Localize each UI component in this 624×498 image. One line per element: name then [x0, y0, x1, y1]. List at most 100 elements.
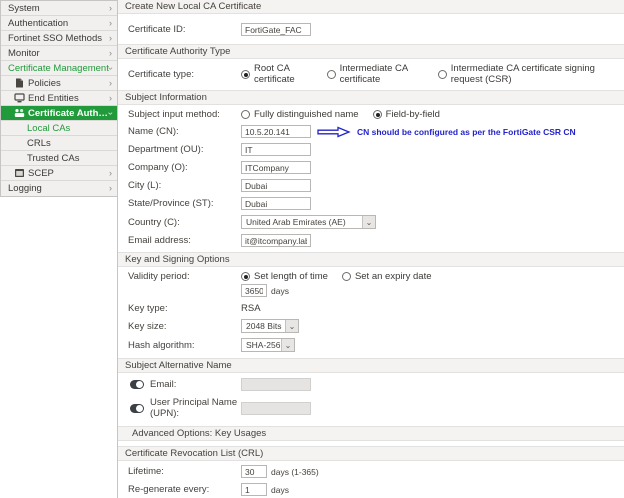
validity-period-row: Validity period: Set length of time Set …: [118, 271, 624, 282]
radio-intermediate-ca-csr[interactable]: Intermediate CA certificate signing requ…: [438, 63, 610, 85]
section-certificate-authority-type: Certificate Authority Type: [118, 44, 624, 59]
company-input[interactable]: [241, 161, 311, 174]
sidebar-item-certificate-management[interactable]: Certificate Management ›: [1, 61, 117, 76]
san-upn-toggle[interactable]: [130, 404, 144, 413]
sidebar-item-label: Policies: [28, 78, 109, 89]
sidebar-item-fortinet-sso-methods[interactable]: Fortinet SSO Methods ›: [1, 31, 117, 46]
certificate-id-row: Certificate ID:: [118, 23, 624, 36]
radio-icon: [327, 70, 336, 79]
certificate-authorities-icon: [14, 108, 25, 118]
radio-field-by-field[interactable]: Field-by-field: [373, 109, 440, 120]
advanced-options-key-usages-header[interactable]: Advanced Options: Key Usages: [118, 426, 624, 441]
name-cn-row: Name (CN): CN should be configured as pe…: [118, 125, 624, 138]
sidebar-item-label: End Entities: [28, 93, 109, 104]
key-size-select[interactable]: 2048 Bits ⌄: [241, 319, 299, 333]
select-arrow-icon: ⌄: [285, 320, 298, 332]
sidebar-item-label: Local CAs: [27, 123, 112, 134]
radio-label: Root CA certificate: [254, 63, 313, 85]
section-certificate-revocation-list: Certificate Revocation List (CRL): [118, 446, 624, 461]
key-size-label: Key size:: [128, 321, 241, 332]
sidebar-nav: System › Authentication › Fortinet SSO M…: [0, 0, 117, 197]
radio-icon: [438, 70, 447, 79]
sidebar-item-system[interactable]: System ›: [1, 1, 117, 16]
sidebar-item-policies[interactable]: Policies ›: [1, 76, 117, 91]
sidebar-item-label: Monitor: [8, 48, 109, 59]
sidebar-item-label: CRLs: [27, 138, 112, 149]
hash-algorithm-selected-value: SHA-256: [242, 340, 281, 350]
sidebar-item-logging[interactable]: Logging ›: [1, 181, 117, 196]
sidebar-item-authentication[interactable]: Authentication ›: [1, 16, 117, 31]
section-subject-information: Subject Information: [118, 90, 624, 105]
radio-intermediate-ca-certificate[interactable]: Intermediate CA certificate: [327, 63, 424, 85]
city-input[interactable]: [241, 179, 311, 192]
hash-algorithm-label: Hash algorithm:: [128, 340, 241, 351]
department-row: Department (OU):: [118, 143, 624, 156]
state-input[interactable]: [241, 197, 311, 210]
country-selected-value: United Arab Emirates (AE): [242, 217, 362, 227]
sidebar-item-certificate-authorities[interactable]: Certificate Authorities ›: [1, 106, 117, 121]
department-label: Department (OU):: [128, 144, 241, 155]
sidebar-item-label: Fortinet SSO Methods: [8, 33, 109, 44]
name-cn-label: Name (CN):: [128, 126, 241, 137]
sidebar-item-scep[interactable]: SCEP ›: [1, 166, 117, 181]
regenerate-row: Re-generate every: days: [118, 483, 624, 496]
radio-set-length-of-time[interactable]: Set length of time: [241, 271, 328, 282]
chevron-right-icon: ›: [109, 4, 112, 13]
select-arrow-icon: ⌄: [281, 339, 294, 351]
scep-icon: [14, 168, 25, 178]
page-title: Create New Local CA Certificate: [118, 0, 624, 14]
validity-days-input[interactable]: [241, 284, 267, 297]
sidebar-item-crls[interactable]: CRLs: [1, 136, 117, 151]
validity-days-row: days: [118, 284, 624, 297]
lifetime-label: Lifetime:: [128, 466, 241, 477]
san-email-input: [241, 378, 311, 391]
regenerate-label: Re-generate every:: [128, 484, 241, 495]
radio-label: Fully distinguished name: [254, 109, 359, 120]
company-row: Company (O):: [118, 161, 624, 174]
san-email-toggle[interactable]: [130, 380, 144, 389]
key-type-row: Key type: RSA: [118, 303, 624, 314]
san-upn-input: [241, 402, 311, 415]
certificate-type-label: Certificate type:: [128, 69, 241, 80]
radio-icon: [241, 110, 250, 119]
radio-fully-distinguished-name[interactable]: Fully distinguished name: [241, 109, 359, 120]
policies-icon: [14, 78, 25, 88]
san-upn-label: User Principal Name (UPN):: [150, 397, 241, 419]
sidebar-item-label: Authentication: [8, 18, 109, 29]
sidebar: System › Authentication › Fortinet SSO M…: [0, 0, 118, 498]
sidebar-item-end-entities[interactable]: End Entities ›: [1, 91, 117, 106]
section-key-and-signing-options: Key and Signing Options: [118, 252, 624, 267]
subject-input-method-label: Subject input method:: [128, 109, 241, 120]
email-address-input[interactable]: [241, 234, 311, 247]
chevron-right-icon: ›: [109, 34, 112, 43]
sidebar-item-label: Trusted CAs: [27, 153, 112, 164]
city-row: City (L):: [118, 179, 624, 192]
radio-label: Intermediate CA certificate: [340, 63, 424, 85]
radio-label: Set length of time: [254, 271, 328, 282]
annotation: CN should be configured as per the Forti…: [317, 126, 576, 138]
chevron-down-icon: ›: [106, 112, 115, 115]
fortiauthenticator-page: System › Authentication › Fortinet SSO M…: [0, 0, 624, 498]
chevron-right-icon: ›: [109, 19, 112, 28]
state-label: State/Province (ST):: [128, 198, 241, 209]
sidebar-item-label: Certificate Authorities: [28, 108, 109, 119]
key-type-label: Key type:: [128, 303, 241, 314]
company-label: Company (O):: [128, 162, 241, 173]
lifetime-row: Lifetime: days (1-365): [118, 465, 624, 478]
regenerate-input[interactable]: [241, 483, 267, 496]
key-size-row: Key size: 2048 Bits ⌄: [118, 319, 624, 333]
name-cn-input[interactable]: [241, 125, 311, 138]
country-select[interactable]: United Arab Emirates (AE) ⌄: [241, 215, 376, 229]
sidebar-item-trusted-cas[interactable]: Trusted CAs: [1, 151, 117, 166]
validity-days-unit: days: [271, 286, 289, 296]
radio-root-ca-certificate[interactable]: Root CA certificate: [241, 63, 313, 85]
email-address-label: Email address:: [128, 235, 241, 246]
sidebar-item-monitor[interactable]: Monitor ›: [1, 46, 117, 61]
radio-set-an-expiry-date[interactable]: Set an expiry date: [342, 271, 432, 282]
hash-algorithm-row: Hash algorithm: SHA-256 ⌄: [118, 338, 624, 352]
department-input[interactable]: [241, 143, 311, 156]
sidebar-item-local-cas[interactable]: Local CAs: [1, 121, 117, 136]
lifetime-input[interactable]: [241, 465, 267, 478]
certificate-id-input[interactable]: [241, 23, 311, 36]
hash-algorithm-select[interactable]: SHA-256 ⌄: [241, 338, 295, 352]
